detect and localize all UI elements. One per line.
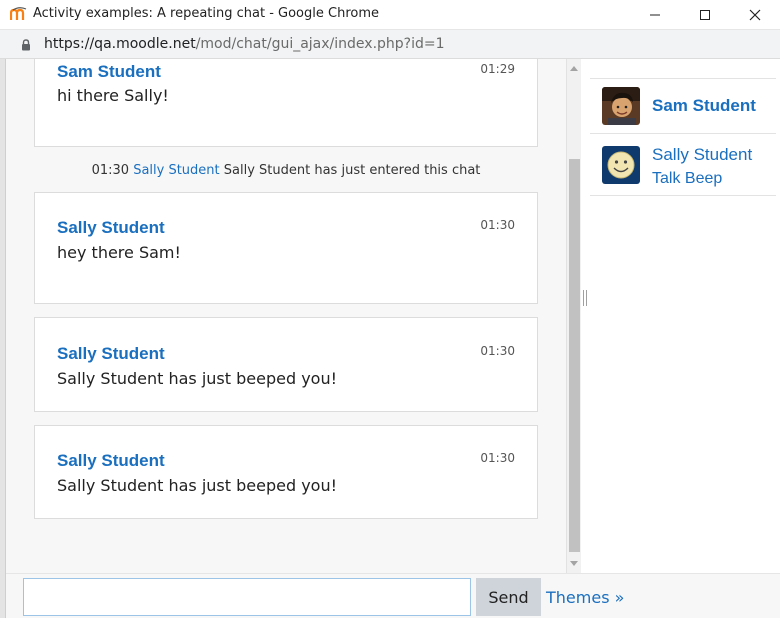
avatar — [602, 87, 640, 125]
maximize-button[interactable] — [680, 0, 730, 30]
close-icon — [749, 9, 761, 21]
minimize-icon — [649, 9, 661, 21]
message-text: Sally Student has just beeped you! — [57, 476, 338, 495]
talk-beep-link[interactable]: Talk Beep — [652, 170, 722, 187]
user-list-item[interactable]: Sally Student Talk Beep — [590, 133, 776, 196]
talk-beep-links[interactable]: Talk Beep — [652, 170, 722, 188]
chat-message: Sally Student 01:30 Sally Student has ju… — [34, 317, 538, 412]
minimize-button[interactable] — [630, 0, 680, 30]
pane-splitter[interactable] — [581, 59, 590, 573]
message-author[interactable]: Sally Student — [57, 218, 165, 238]
message-author[interactable]: Sally Student — [57, 344, 165, 364]
system-message-time: 01:30 — [91, 163, 130, 178]
system-message-user[interactable]: Sally Student — [133, 163, 219, 178]
system-message: 01:30 Sally Student Sally Student has ju… — [34, 163, 538, 178]
message-text: hey there Sam! — [57, 243, 181, 262]
system-message-text: Sally Student has just entered this chat — [223, 163, 481, 178]
address-bar[interactable]: https://qa.moodle.net/mod/chat/gui_ajax/… — [0, 30, 780, 59]
user-name[interactable]: Sally Student — [652, 145, 752, 165]
maximize-icon — [699, 9, 711, 21]
message-time: 01:30 — [480, 451, 515, 465]
user-name[interactable]: Sam Student — [652, 96, 756, 116]
chat-scrollbar[interactable] — [566, 59, 581, 573]
window-title-bar: Activity examples: A repeating chat - Go… — [0, 0, 780, 30]
themes-link[interactable]: Themes » — [546, 588, 624, 607]
message-input[interactable] — [23, 578, 471, 616]
chat-message: Sally Student 01:30 Sally Student has ju… — [34, 425, 538, 519]
message-time: 01:30 — [480, 344, 515, 358]
message-author[interactable]: Sally Student — [57, 451, 165, 471]
message-text: hi there Sally! — [57, 86, 169, 105]
url-text[interactable]: https://qa.moodle.net/mod/chat/gui_ajax/… — [44, 36, 445, 52]
message-author[interactable]: Sam Student — [57, 62, 161, 82]
user-list-item[interactable]: Sam Student — [590, 78, 776, 133]
scroll-up-arrow-icon[interactable] — [570, 66, 578, 71]
splitter-grip-icon[interactable] — [583, 290, 587, 306]
user-list: Sam Student Sally Student Talk Beep — [590, 59, 780, 573]
chat-message: Sally Student 01:30 hey there Sam! — [34, 192, 538, 304]
message-input-bar: Send Themes » — [6, 573, 780, 618]
scroll-thumb[interactable] — [569, 159, 580, 552]
url-path: /mod/chat/gui_ajax/index.php?id=1 — [195, 36, 445, 52]
message-text: Sally Student has just beeped you! — [57, 369, 338, 388]
send-button[interactable]: Send — [476, 578, 541, 616]
scroll-down-arrow-icon[interactable] — [570, 561, 578, 566]
chat-messages-area[interactable]: Sam Student 01:29 hi there Sally! 01:30 … — [6, 59, 566, 573]
chat-message: Sam Student 01:29 hi there Sally! — [34, 59, 538, 147]
url-host: https://qa.moodle.net — [44, 36, 196, 52]
message-time: 01:29 — [480, 62, 515, 76]
close-button[interactable] — [730, 0, 780, 30]
message-time: 01:30 — [480, 218, 515, 232]
avatar — [602, 146, 640, 184]
window-title: Activity examples: A repeating chat - Go… — [33, 6, 379, 21]
lock-icon — [21, 38, 31, 56]
moodle-logo-icon — [9, 7, 28, 21]
